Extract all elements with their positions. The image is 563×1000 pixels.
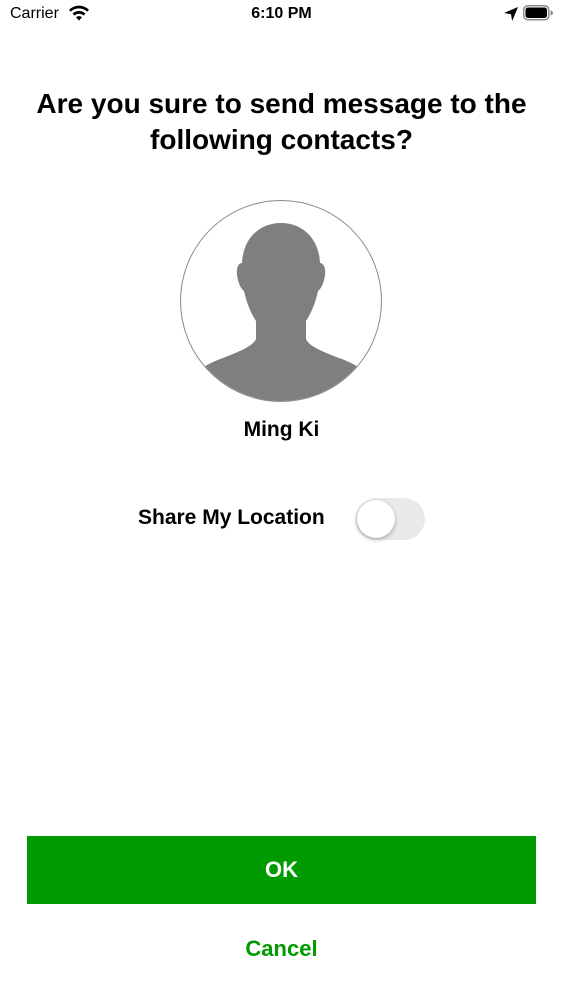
dialog-title: Are you sure to send message to the foll… <box>36 88 527 155</box>
clock-time: 6:10 PM <box>251 5 312 22</box>
battery-icon <box>523 5 553 21</box>
contact-avatar <box>180 200 382 402</box>
ok-button[interactable]: OK <box>27 836 536 904</box>
toggle-knob <box>357 500 395 538</box>
location-arrow-icon <box>503 6 519 22</box>
contact-name: Ming Ki <box>243 418 320 441</box>
person-silhouette-icon <box>183 223 379 401</box>
share-location-toggle[interactable] <box>355 498 425 540</box>
share-location-label: Share My Location <box>138 506 325 529</box>
cancel-button[interactable]: Cancel <box>0 936 563 962</box>
status-bar: Carrier 6:10 PM <box>0 0 563 30</box>
